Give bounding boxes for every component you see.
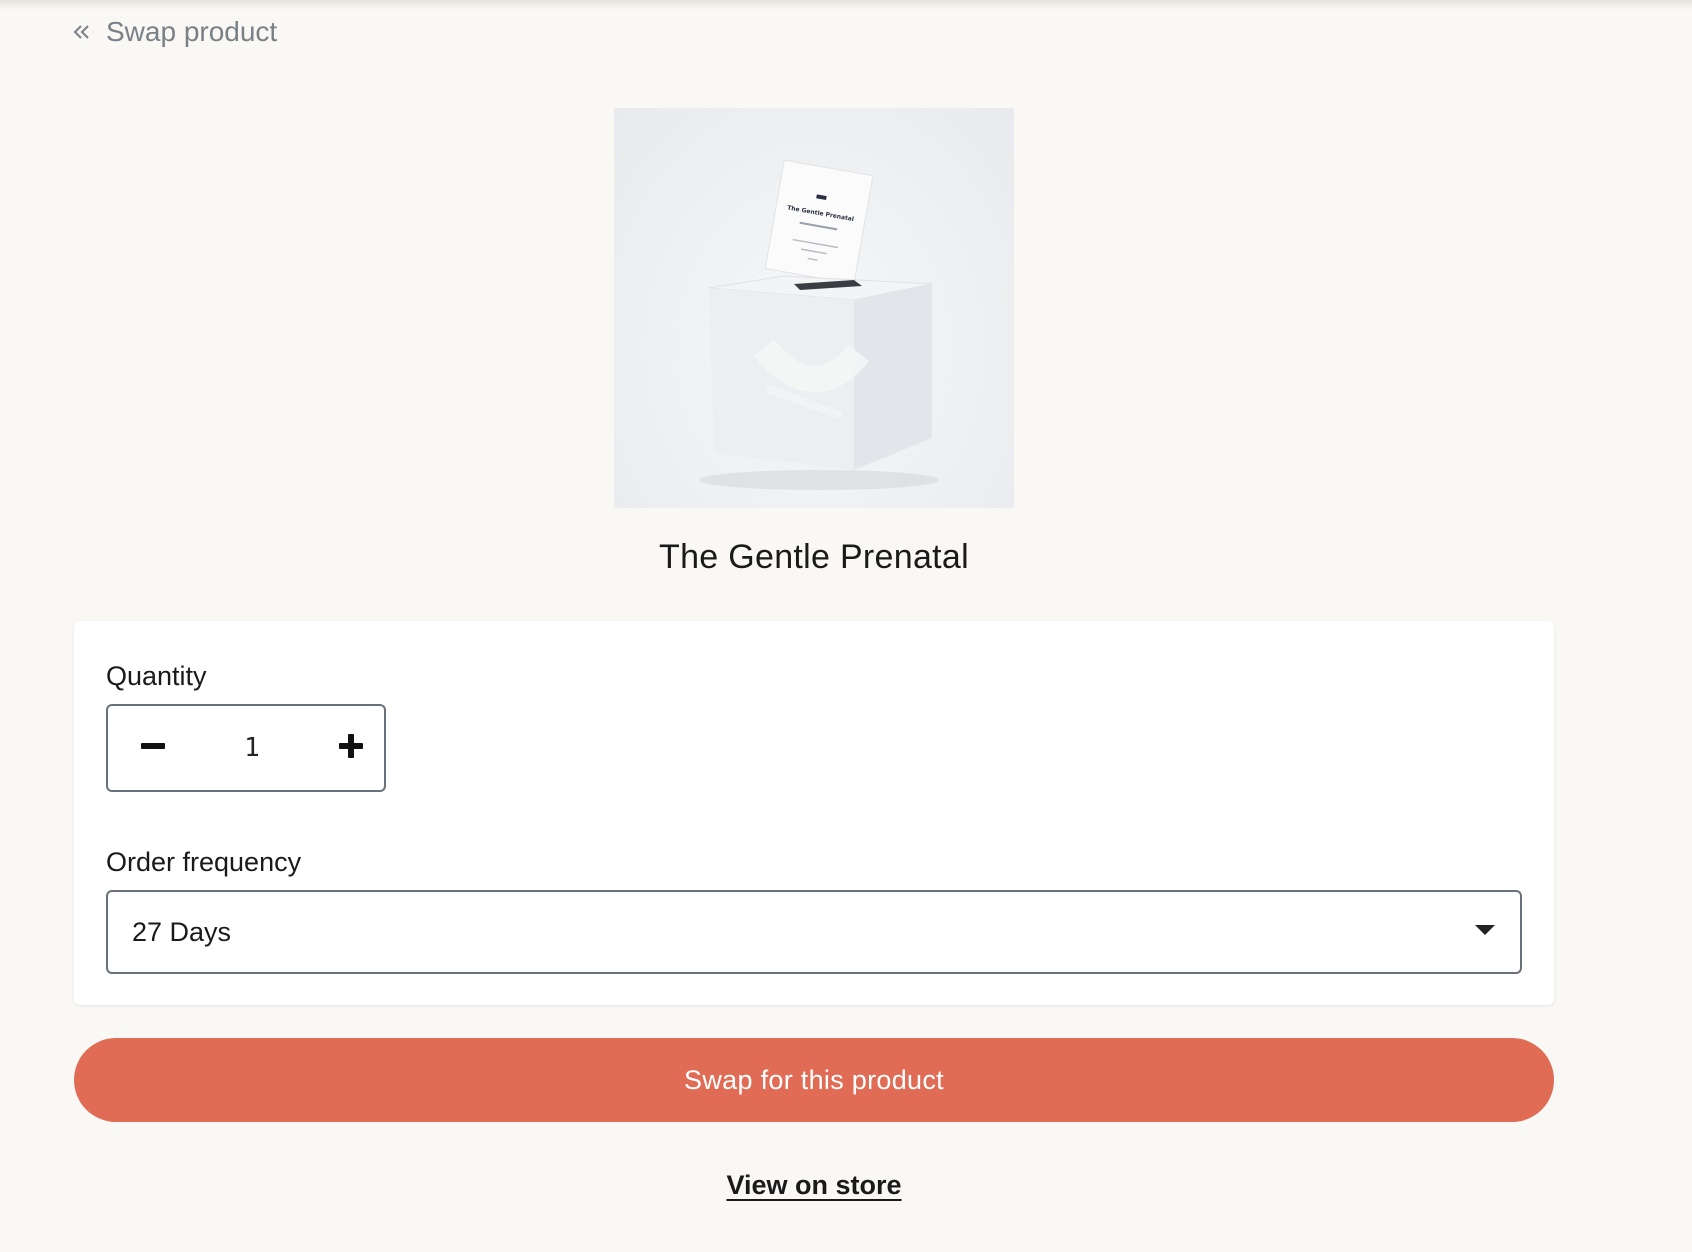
swap-product-page: Swap product The Gentle Prenatal The Gen… <box>0 0 1692 1252</box>
view-on-store-link[interactable]: View on store <box>726 1170 901 1200</box>
back-link-label: Swap product <box>106 16 278 47</box>
quantity-stepper: 1 <box>106 704 386 792</box>
decrement-button[interactable] <box>138 733 168 763</box>
caret-down-icon <box>1474 923 1496 942</box>
minus-icon <box>141 734 165 763</box>
product-image: The Gentle Prenatal <box>614 108 1014 508</box>
options-card: Quantity 1 Order frequency 27 Days <box>74 621 1554 1005</box>
order-frequency-select[interactable]: 27 Days <box>106 890 1522 974</box>
plus-icon <box>339 733 363 763</box>
view-on-store-container: View on store <box>0 1170 1628 1201</box>
swap-button[interactable]: Swap for this product <box>74 1038 1554 1122</box>
double-chevron-left-icon <box>72 22 92 42</box>
product-title: The Gentle Prenatal <box>659 538 969 576</box>
quantity-label: Quantity <box>106 661 207 691</box>
order-frequency-value: 27 Days <box>132 916 232 947</box>
increment-button[interactable] <box>336 733 366 763</box>
back-link[interactable]: Swap product <box>72 16 277 48</box>
order-frequency-label: Order frequency <box>106 847 302 877</box>
quantity-value[interactable]: 1 <box>244 733 260 763</box>
top-shadow <box>0 0 1692 10</box>
